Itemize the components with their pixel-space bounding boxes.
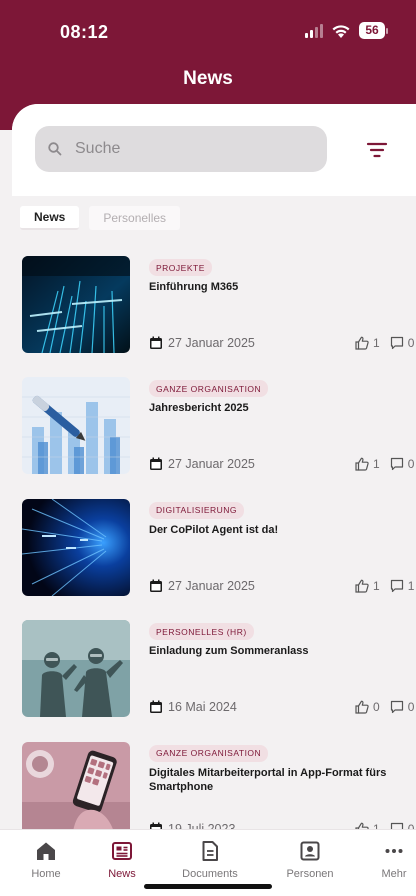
page-title: News: [183, 68, 233, 89]
news-date-text: 27 Januar 2025: [168, 336, 255, 350]
comment-icon[interactable]: [390, 700, 404, 714]
category-tag: GANZE ORGANISATION: [149, 380, 269, 398]
comment-count: 0: [407, 700, 415, 715]
comment-count: 1: [407, 578, 415, 593]
nav-label: Home: [31, 868, 61, 880]
search-icon: [48, 142, 62, 156]
search-input[interactable]: [75, 140, 315, 158]
news-title: Der CoPilot Agent ist da!: [149, 523, 279, 536]
news-thumbnail-people-party: [22, 620, 130, 718]
document-icon: [202, 841, 218, 861]
nav-item-personen[interactable]: Personen: [270, 840, 350, 880]
calendar-icon: [150, 700, 162, 714]
comment-count: 0: [407, 457, 415, 472]
home-icon: [37, 842, 55, 860]
category-tag: GANZE ORGANISATION: [149, 744, 269, 762]
news-date: 27 Januar 2025: [149, 579, 255, 593]
nav-item-documents[interactable]: Documents: [170, 840, 250, 880]
category-tag: DIGITALISIERUNG: [149, 501, 245, 519]
calendar-icon: [150, 336, 162, 349]
news-title: Jahresbericht 2025: [149, 402, 249, 415]
news-item[interactable]: PERSONELLES (HR) Einladung zum Sommeranl…: [22, 620, 416, 741]
news-date-text: 27 Januar 2025: [168, 457, 255, 472]
news-list: PROJEKTE Einführung M365 27 Januar 2025 …: [22, 256, 416, 863]
filter-icon[interactable]: [366, 140, 388, 160]
news-thumbnail-blue-light-streaks: [22, 256, 130, 353]
newspaper-icon: [112, 842, 132, 860]
like-count: 1: [373, 457, 380, 472]
thumbs-up-icon[interactable]: [355, 336, 369, 350]
nav-item-mehr[interactable]: Mehr: [354, 840, 416, 880]
more-icon: [385, 849, 403, 853]
nav-label: Documents: [182, 868, 238, 880]
news-item[interactable]: DIGITALISIERUNG Der CoPilot Agent ist da…: [22, 498, 416, 620]
news-title: Digitales Mitarbeiterportal in App-Forma…: [149, 766, 387, 793]
thumbs-up-icon[interactable]: [355, 579, 369, 593]
news-stats: 1 0: [355, 336, 414, 350]
news-date-text: 27 Januar 2025: [168, 578, 255, 593]
news-item[interactable]: GANZE ORGANISATION Jahresbericht 2025 27…: [22, 377, 416, 498]
home-indicator: [144, 884, 272, 889]
comment-icon[interactable]: [390, 579, 404, 593]
nav-item-news[interactable]: News: [82, 840, 162, 880]
news-thumbnail-pen-on-bar-chart: [22, 377, 130, 475]
news-date-text: 16 Mai 2024: [168, 700, 237, 715]
person-card-icon: [300, 841, 320, 861]
category-tag: PROJEKTE: [149, 259, 212, 276]
thumbs-up-icon[interactable]: [355, 700, 369, 714]
tab-personelles[interactable]: Personelles: [89, 206, 181, 230]
nav-label: Mehr: [381, 868, 407, 880]
news-date: 16 Mai 2024: [149, 700, 237, 714]
battery-level: 56: [359, 22, 385, 39]
tab-news[interactable]: News: [20, 206, 80, 230]
comment-icon[interactable]: [390, 336, 404, 350]
news-stats: 0 0: [355, 700, 414, 714]
status-icons: 56: [305, 22, 388, 39]
news-title: Einführung M365: [149, 281, 239, 293]
nav-item-home[interactable]: Home: [6, 840, 86, 880]
news-thumbnail-smartphone-in-hand: [22, 741, 130, 839]
calendar-icon: [150, 579, 162, 592]
cellular-signal-icon: [305, 23, 323, 38]
category-tabs: News Personelles: [20, 206, 181, 230]
comment-count: 0: [407, 336, 415, 350]
status-time: 08:12: [60, 22, 109, 42]
news-stats: 1 0: [355, 457, 414, 471]
category-tag: PERSONELLES (HR): [149, 623, 254, 641]
thumbs-up-icon[interactable]: [355, 457, 369, 471]
news-title: Einladung zum Sommeranlass: [149, 645, 309, 658]
like-count: 1: [373, 336, 380, 350]
like-count: 1: [373, 578, 380, 593]
app-screen: 08:12 56 News N: [0, 0, 416, 896]
like-count: 0: [373, 700, 380, 715]
battery-indicator: 56: [359, 22, 388, 39]
news-thumbnail-blue-digital-tunnel: [22, 498, 130, 596]
news-item[interactable]: PROJEKTE Einführung M365 27 Januar 2025 …: [22, 256, 416, 377]
comment-icon[interactable]: [390, 457, 404, 471]
calendar-icon: [150, 457, 162, 471]
wifi-icon: [332, 24, 350, 38]
news-date: 27 Januar 2025: [149, 336, 255, 350]
news-date: 27 Januar 2025: [149, 457, 255, 471]
nav-label: Personen: [286, 868, 334, 880]
search-box[interactable]: [35, 126, 327, 172]
nav-label: News: [108, 868, 136, 880]
news-stats: 1 1: [355, 579, 414, 593]
